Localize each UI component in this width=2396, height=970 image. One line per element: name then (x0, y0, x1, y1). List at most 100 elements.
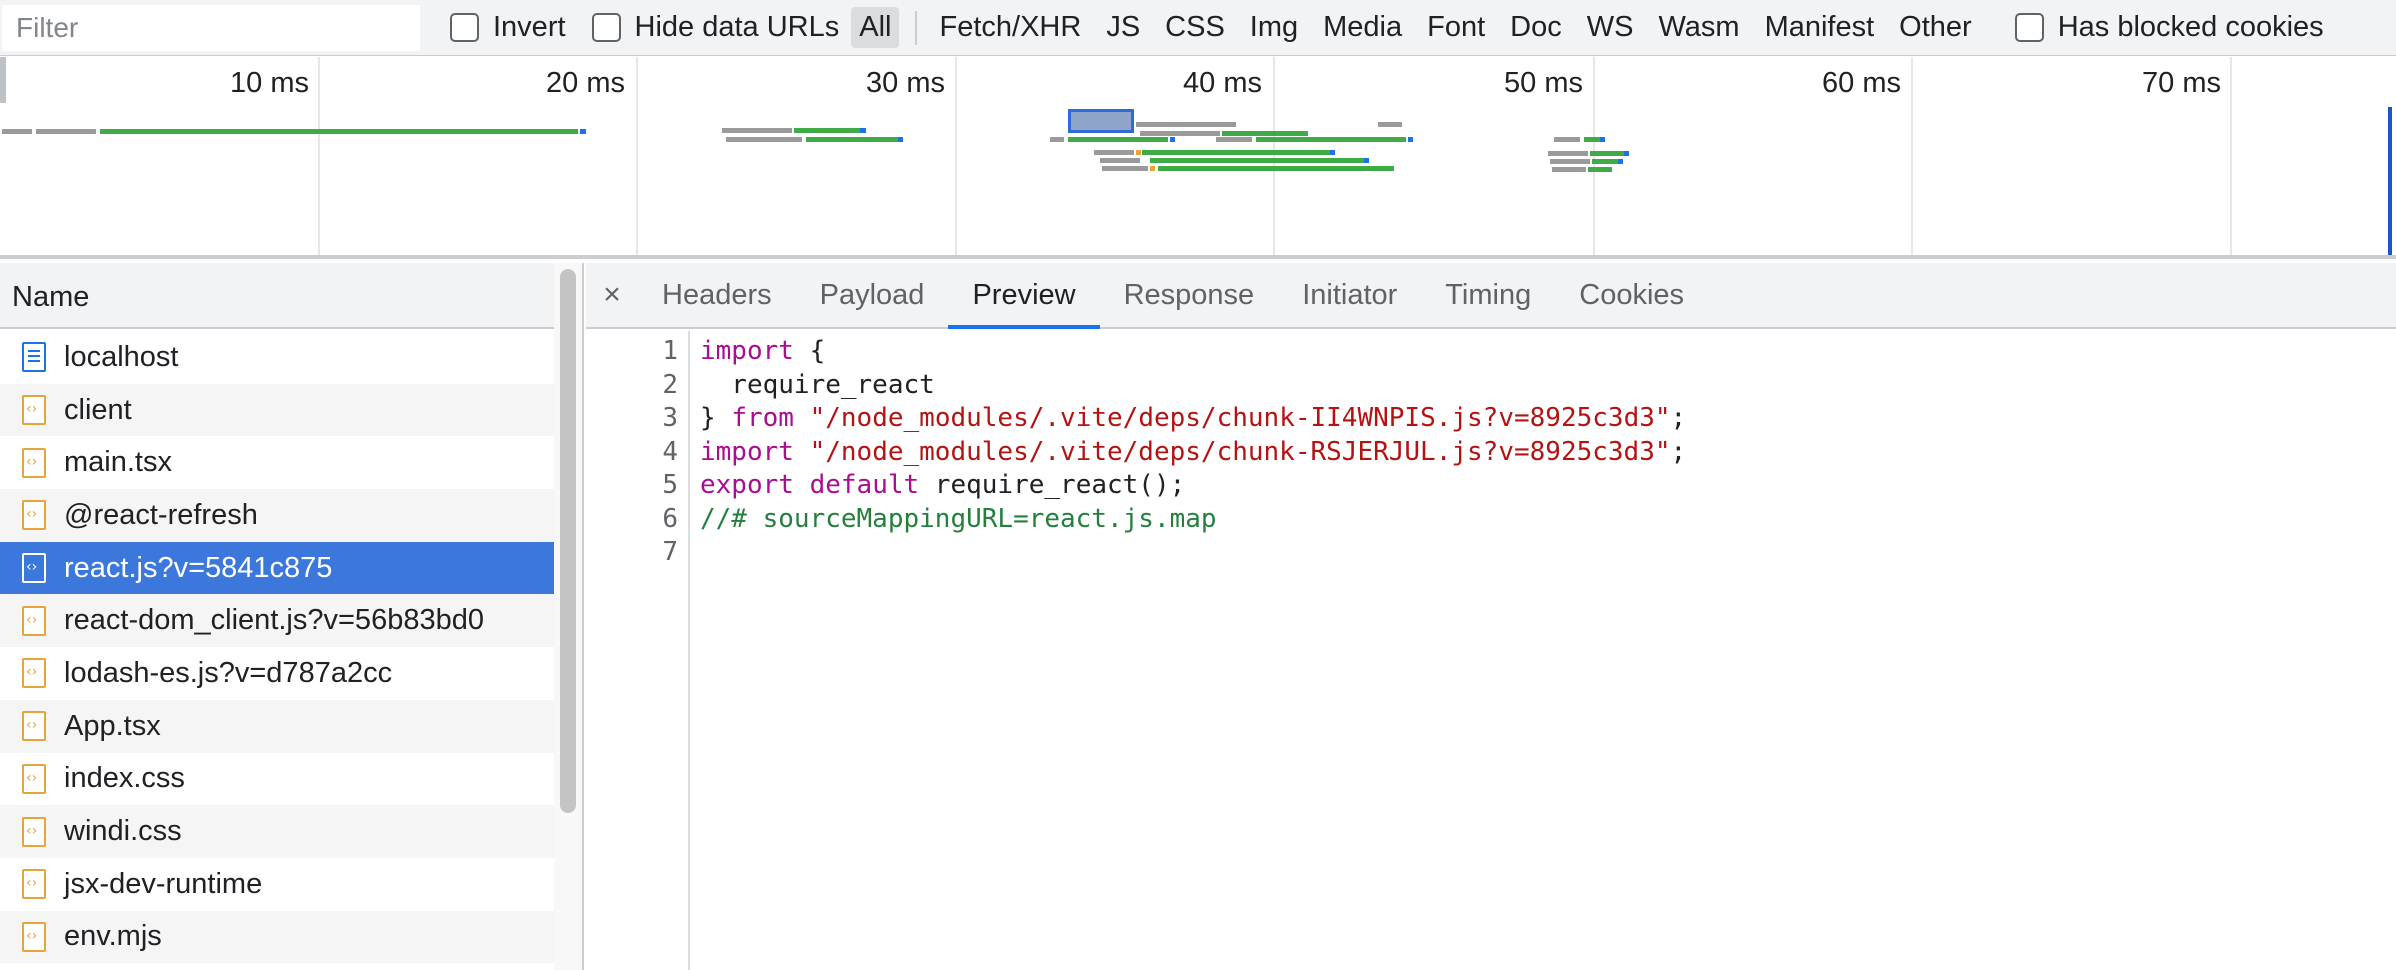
tab-preview[interactable]: Preview (948, 263, 1100, 329)
request-row[interactable]: windi.css (0, 805, 554, 858)
request-list: Name localhost client main.tsx @react-re… (0, 263, 584, 970)
tick-label: 70 ms (2142, 67, 2221, 99)
tab-initiator[interactable]: Initiator (1278, 263, 1421, 327)
code-line-5: export default require_react(); (700, 469, 1686, 503)
waterfall-bar (1600, 137, 1605, 142)
network-overview-timeline[interactable]: 10 ms 20 ms 30 ms 40 ms 50 ms 60 ms 70 m… (0, 57, 2396, 259)
tab-headers[interactable]: Headers (638, 263, 796, 327)
overview-right-handle[interactable] (2388, 107, 2392, 255)
request-row[interactable]: localhost (0, 331, 554, 384)
keyword: import (700, 336, 794, 366)
gridline (1593, 57, 1595, 255)
tab-timing[interactable]: Timing (1421, 263, 1555, 327)
detail-tab-bar: × Headers Payload Preview Response Initi… (586, 263, 2396, 329)
waterfall-bar (1330, 150, 1335, 155)
tick-label: 30 ms (866, 67, 945, 99)
gridline (1911, 57, 1913, 255)
request-row[interactable]: client (0, 383, 554, 437)
waterfall-bar (2, 129, 32, 134)
tab-response[interactable]: Response (1100, 263, 1279, 327)
waterfall-bar (898, 137, 903, 142)
network-filter-bar: Invert Hide data URLs All Fetch/XHR JS C… (0, 0, 2396, 56)
type-filter-media[interactable]: Media (1315, 7, 1410, 48)
gridline (318, 57, 320, 255)
request-name: react-dom_client.js?v=56b83bd0 (64, 604, 484, 637)
waterfall-bar (1094, 150, 1134, 155)
request-row-selected[interactable]: react.js?v=5841c875 (0, 541, 554, 595)
line-number: 2 (662, 369, 678, 400)
tick-label: 50 ms (1504, 67, 1583, 99)
waterfall-bar (1408, 137, 1413, 142)
request-name: lodash-es.js?v=d787a2cc (64, 656, 393, 689)
resource-type-filters-list: Fetch/XHR JS CSS Img Media Font Doc WS W… (931, 7, 1988, 48)
line-number: 6 (662, 503, 678, 534)
type-filter-wasm[interactable]: Wasm (1650, 7, 1747, 48)
request-row[interactable]: jsx-dev-runtime (0, 857, 554, 911)
invert-checkbox[interactable]: Invert (450, 11, 566, 44)
gridline (636, 57, 638, 255)
waterfall-bar (1158, 166, 1394, 171)
waterfall-bar (726, 137, 802, 142)
request-row[interactable]: main.tsx (0, 436, 554, 490)
waterfall-bar (722, 128, 792, 133)
type-filter-ws[interactable]: WS (1579, 7, 1642, 48)
request-row[interactable]: App.tsx (0, 699, 554, 753)
overview-selected-request (1068, 109, 1134, 133)
request-name: @react-refresh (64, 498, 258, 531)
code-preview[interactable]: import { require_react } from "/node_mod… (700, 331, 1686, 570)
type-filter-other[interactable]: Other (1891, 7, 1980, 48)
line-number: 3 (662, 403, 678, 433)
waterfall-bar (1140, 131, 1220, 136)
type-filter-manifest[interactable]: Manifest (1757, 7, 1883, 48)
overview-left-handle[interactable] (0, 57, 6, 103)
waterfall-bar (1588, 167, 1612, 172)
line-number: 7 (662, 537, 678, 567)
waterfall-bar (1150, 158, 1364, 163)
hide-data-urls-checkbox-box[interactable] (591, 13, 621, 42)
script-icon (22, 447, 46, 478)
type-filter-img[interactable]: Img (1242, 7, 1306, 48)
line-number: 5 (662, 470, 678, 500)
request-name: App.tsx (64, 709, 161, 742)
waterfall-bar (1548, 151, 1588, 156)
filter-input[interactable] (2, 4, 420, 51)
request-row[interactable]: react-dom_client.js?v=56b83bd0 (0, 594, 554, 648)
has-blocked-cookies-checkbox[interactable]: Has blocked cookies (2014, 11, 2324, 44)
waterfall-bar (1554, 137, 1580, 142)
waterfall-bar (1550, 159, 1590, 164)
request-name: client (64, 393, 132, 426)
type-filter-css[interactable]: CSS (1157, 7, 1233, 48)
type-filter-js[interactable]: JS (1098, 7, 1148, 48)
type-filter-doc[interactable]: Doc (1502, 7, 1570, 48)
script-icon (22, 711, 46, 742)
request-rows: localhost client main.tsx @react-refresh… (0, 331, 554, 964)
has-blocked-cookies-checkbox-box[interactable] (2014, 13, 2044, 42)
keyword: default (809, 470, 920, 500)
waterfall-bar (1170, 137, 1175, 142)
hide-data-urls-label: Hide data URLs (634, 11, 840, 43)
type-filter-font[interactable]: Font (1419, 7, 1493, 48)
type-filter-all[interactable]: All (851, 7, 900, 48)
waterfall-bar (1150, 166, 1155, 171)
close-icon[interactable]: × (586, 263, 638, 327)
code-text: ; (1670, 403, 1687, 433)
request-row[interactable]: env.mjs (0, 910, 554, 964)
waterfall-bar (580, 129, 586, 134)
request-row[interactable]: index.css (0, 752, 554, 806)
request-row[interactable]: lodash-es.js?v=d787a2cc (0, 647, 554, 700)
script-icon (22, 658, 46, 689)
waterfall-bar (1584, 137, 1600, 142)
request-row[interactable]: @react-refresh (0, 489, 554, 542)
invert-checkbox-box[interactable] (450, 13, 479, 42)
tab-cookies[interactable]: Cookies (1555, 263, 1708, 327)
type-filter-fetch-xhr[interactable]: Fetch/XHR (931, 7, 1089, 48)
waterfall-bar (794, 128, 860, 133)
name-column-header[interactable]: Name (0, 263, 554, 329)
hide-data-urls-checkbox[interactable]: Hide data URLs (591, 11, 840, 44)
request-list-scrollbar[interactable] (560, 269, 576, 813)
tab-payload[interactable]: Payload (796, 263, 949, 327)
script-icon (22, 605, 46, 636)
